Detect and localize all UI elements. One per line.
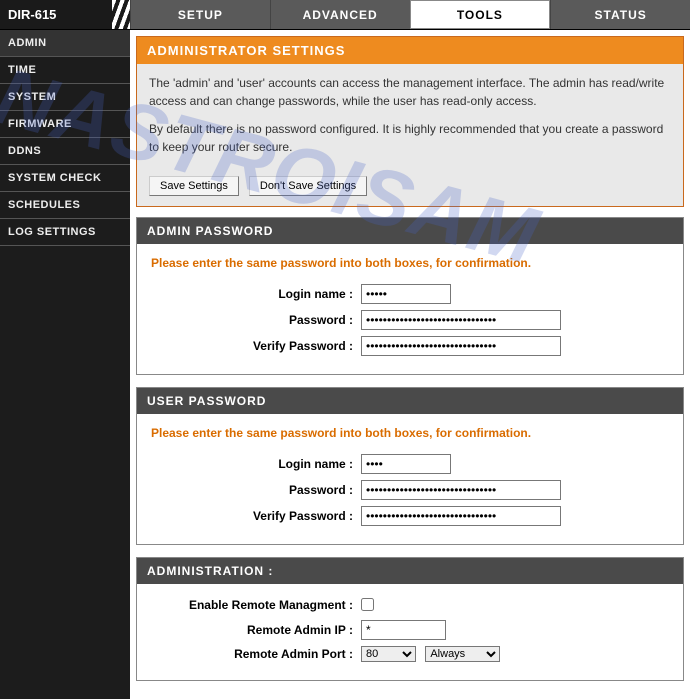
tab-setup[interactable]: SETUP (130, 0, 270, 29)
sidebar-item-system-check[interactable]: SYSTEM CHECK (0, 165, 130, 192)
sidebar-item-system[interactable]: SYSTEM (0, 84, 130, 111)
user-password-label: Password : (151, 483, 361, 497)
admin-login-label: Login name : (151, 287, 361, 301)
admin-password-instruction: Please enter the same password into both… (151, 256, 669, 270)
sidebar-item-firmware[interactable]: FIRMWARE (0, 111, 130, 138)
user-login-label: Login name : (151, 457, 361, 471)
tab-tools[interactable]: TOOLS (410, 0, 551, 29)
admin-login-input[interactable] (361, 284, 451, 304)
user-password-section: USER PASSWORD Please enter the same pass… (136, 387, 684, 545)
user-verify-input[interactable] (361, 506, 561, 526)
sidebar-item-time[interactable]: TIME (0, 57, 130, 84)
nav-tabs: SETUP ADVANCED TOOLS STATUS (130, 0, 690, 29)
content: ADMINISTRATOR SETTINGS The 'admin' and '… (130, 30, 690, 699)
admin-verify-label: Verify Password : (151, 339, 361, 353)
sidebar-item-log-settings[interactable]: LOG SETTINGS (0, 219, 130, 246)
model-label: DIR-615 (0, 0, 130, 29)
intro-body: The 'admin' and 'user' accounts can acce… (137, 64, 683, 176)
remote-schedule-select[interactable]: Always (425, 646, 500, 662)
tab-advanced[interactable]: ADVANCED (270, 0, 410, 29)
remote-ip-input[interactable] (361, 620, 446, 640)
top-bar: DIR-615 SETUP ADVANCED TOOLS STATUS (0, 0, 690, 30)
user-password-input[interactable] (361, 480, 561, 500)
sidebar-item-admin[interactable]: ADMIN (0, 30, 130, 57)
user-login-input[interactable] (361, 454, 451, 474)
administration-title: ADMINISTRATION : (137, 558, 683, 584)
enable-remote-checkbox[interactable] (361, 598, 374, 611)
user-password-instruction: Please enter the same password into both… (151, 426, 669, 440)
admin-verify-input[interactable] (361, 336, 561, 356)
admin-password-section: ADMIN PASSWORD Please enter the same pas… (136, 217, 684, 375)
tab-status[interactable]: STATUS (550, 0, 690, 29)
user-verify-label: Verify Password : (151, 509, 361, 523)
remote-port-select[interactable]: 80 (361, 646, 416, 662)
intro-panel: ADMINISTRATOR SETTINGS The 'admin' and '… (136, 36, 684, 207)
sidebar: ADMIN TIME SYSTEM FIRMWARE DDNS SYSTEM C… (0, 30, 130, 699)
sidebar-item-schedules[interactable]: SCHEDULES (0, 192, 130, 219)
admin-password-label: Password : (151, 313, 361, 327)
intro-paragraph-2: By default there is no password configur… (149, 120, 671, 156)
intro-paragraph-1: The 'admin' and 'user' accounts can acce… (149, 74, 671, 110)
dont-save-settings-button[interactable]: Don't Save Settings (249, 176, 367, 196)
sidebar-item-ddns[interactable]: DDNS (0, 138, 130, 165)
admin-password-title: ADMIN PASSWORD (137, 218, 683, 244)
user-password-title: USER PASSWORD (137, 388, 683, 414)
admin-password-input[interactable] (361, 310, 561, 330)
administration-section: ADMINISTRATION : Enable Remote Managment… (136, 557, 684, 681)
intro-title: ADMINISTRATOR SETTINGS (137, 37, 683, 64)
save-settings-button[interactable]: Save Settings (149, 176, 239, 196)
remote-port-label: Remote Admin Port : (151, 647, 361, 661)
remote-ip-label: Remote Admin IP : (151, 623, 361, 637)
enable-remote-label: Enable Remote Managment : (151, 598, 361, 612)
